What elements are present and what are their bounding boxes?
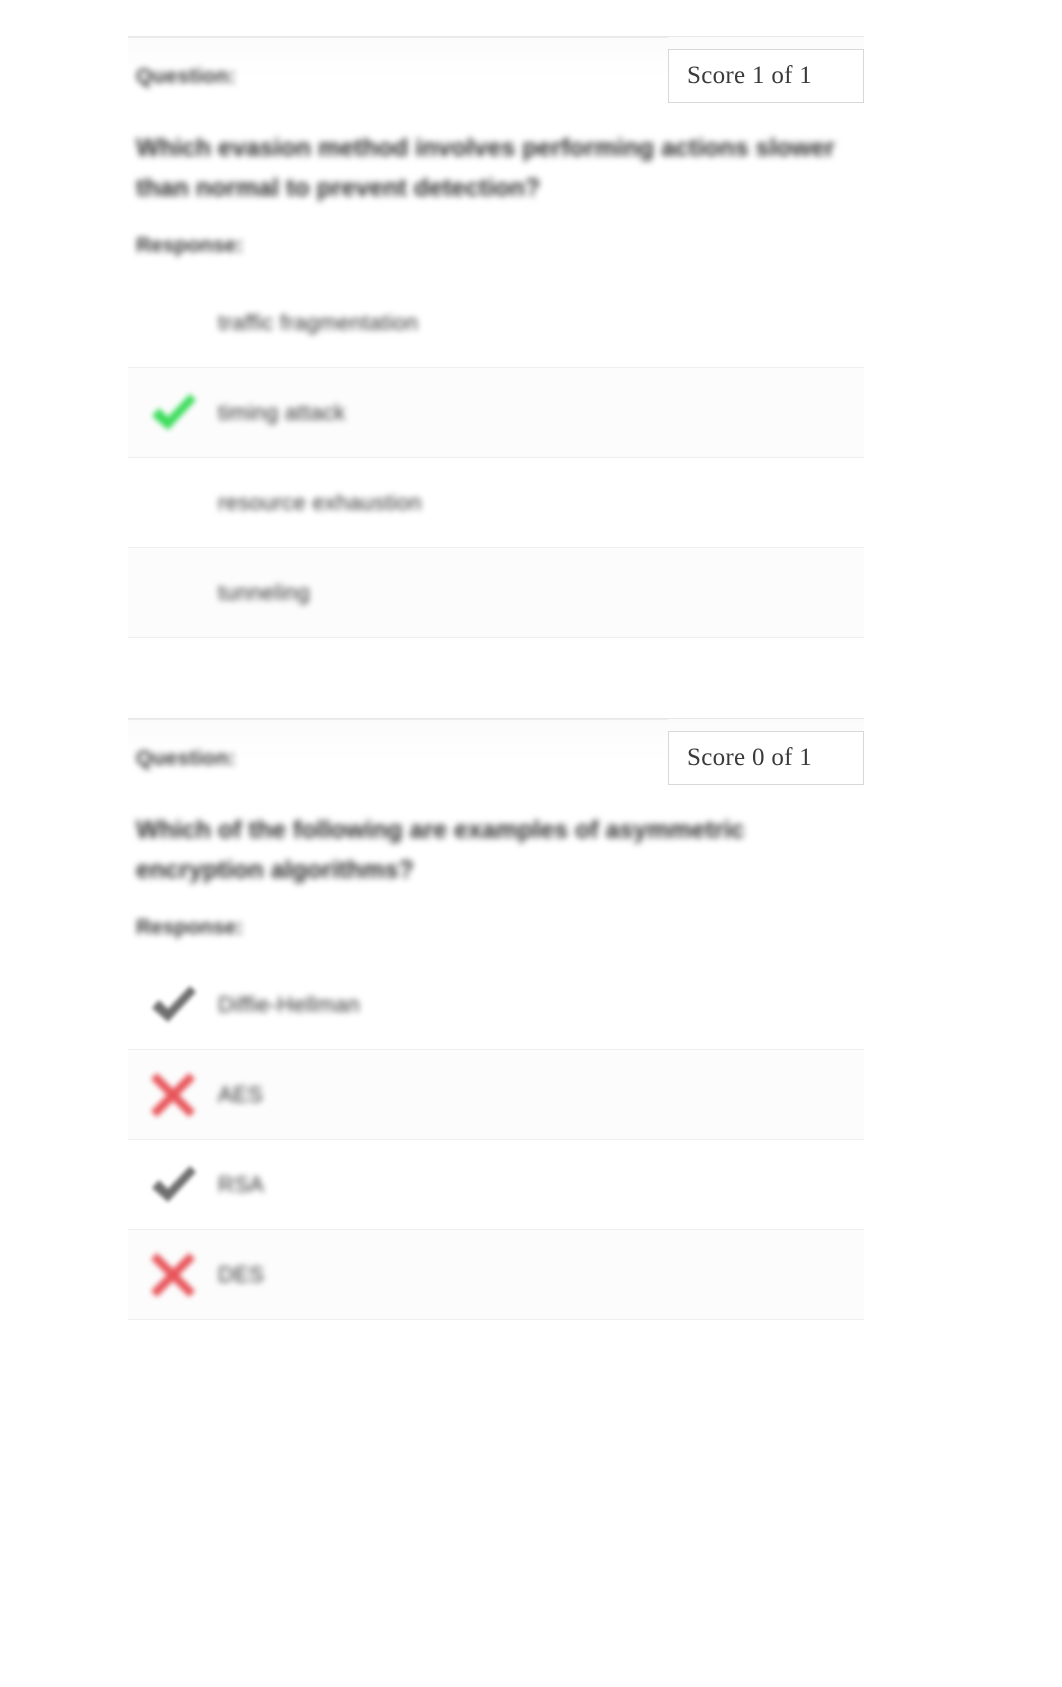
response-label: Response: <box>136 916 244 939</box>
option-row[interactable]: DES <box>128 1230 864 1320</box>
option-status-icon-empty <box>128 548 218 638</box>
question-label: Question: <box>136 65 236 88</box>
score-box-2: Score 0 of 1 <box>668 731 864 785</box>
option-row[interactable]: Diffie-Hellman <box>128 960 864 1050</box>
option-row[interactable]: traffic fragmentation <box>128 278 864 368</box>
option-label: RSA <box>218 1171 265 1197</box>
quiz-results-page: Question: Score 1 of 1 Which evasion met… <box>0 0 1062 1687</box>
option-label: traffic fragmentation <box>218 309 419 335</box>
option-label: AES <box>218 1081 263 1107</box>
option-row[interactable]: RSA <box>128 1140 864 1230</box>
score-box-1: Score 1 of 1 <box>668 49 864 103</box>
option-label: timing attack <box>218 399 346 425</box>
option-row[interactable]: tunneling <box>128 548 864 638</box>
options-list-1: traffic fragmentation timing attack reso… <box>128 278 864 638</box>
check-icon <box>128 368 218 458</box>
question-header-2: Question: Score 0 of 1 <box>128 718 864 796</box>
option-label: tunneling <box>218 579 310 605</box>
question-label: Question: <box>136 747 236 770</box>
question-block-2: Question: Score 0 of 1 Which of the foll… <box>128 718 864 1320</box>
response-label: Response: <box>136 234 244 257</box>
option-status-icon-empty <box>128 278 218 368</box>
question-text: Which evasion method involves performing… <box>136 134 835 202</box>
question-block-1: Question: Score 1 of 1 Which evasion met… <box>128 36 864 638</box>
question-text: Which of the following are examples of a… <box>136 816 745 884</box>
option-row[interactable]: AES <box>128 1050 864 1140</box>
header-rule <box>128 37 668 38</box>
option-label: DES <box>218 1261 265 1287</box>
cross-icon <box>128 1230 218 1320</box>
option-row[interactable]: timing attack <box>128 368 864 458</box>
check-icon <box>128 1140 218 1230</box>
option-status-icon-empty <box>128 458 218 548</box>
option-label: Diffie-Hellman <box>218 991 360 1017</box>
option-row[interactable]: resource exhaustion <box>128 458 864 548</box>
score-text: Score 1 of 1 <box>687 62 813 89</box>
options-list-2: Diffie-Hellman AES RSA DES <box>128 960 864 1320</box>
header-rule <box>128 719 668 720</box>
cross-icon <box>128 1050 218 1140</box>
option-label: resource exhaustion <box>218 489 422 515</box>
question-header-1: Question: Score 1 of 1 <box>128 36 864 114</box>
score-text: Score 0 of 1 <box>687 744 813 771</box>
check-icon <box>128 960 218 1050</box>
